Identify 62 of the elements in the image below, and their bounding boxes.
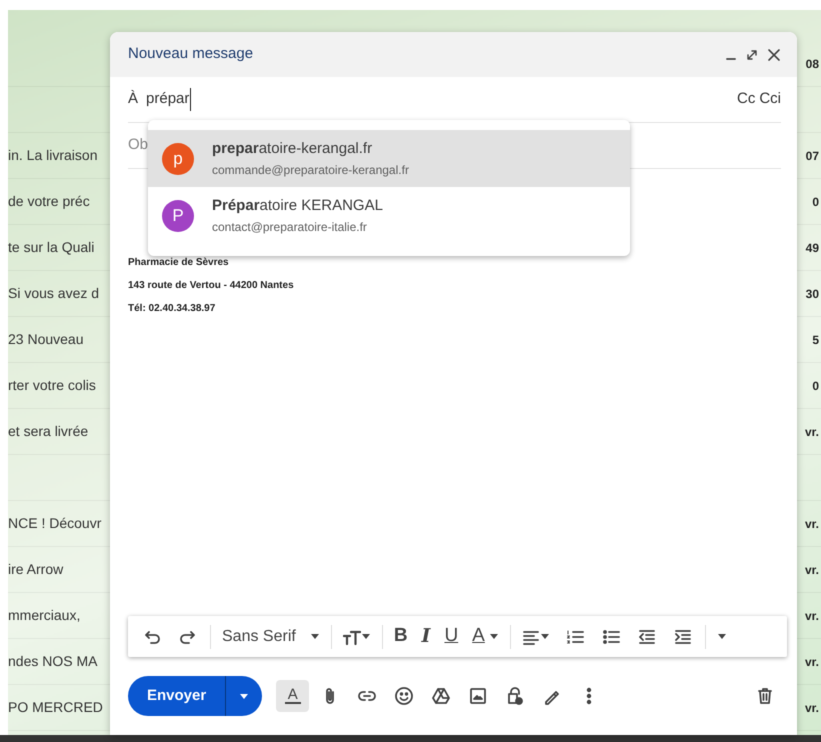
email-snippet: Si vous avez d [8, 284, 100, 303]
caret-icon [488, 632, 499, 641]
email-date: 08 [806, 56, 820, 72]
email-date: vr. [804, 562, 820, 578]
suggestion-item[interactable]: P Préparatoire KERANGAL contact@preparatoire-italie.fr [148, 187, 630, 244]
indent-less-icon[interactable] [638, 628, 656, 646]
to-label: À [128, 89, 138, 110]
signature-line: Tél: 02.40.34.38.97 [128, 302, 216, 316]
email-date: 30 [806, 286, 820, 302]
email-date: vr. [804, 516, 820, 532]
italic-button[interactable]: I [414, 620, 438, 652]
email-snippet: te sur la Quali [8, 238, 94, 257]
caret-icon [239, 692, 250, 700]
font-dropdown[interactable]: Sans Serif [215, 620, 327, 652]
bold-button[interactable]: B [386, 620, 415, 652]
expand-icon[interactable] [745, 48, 759, 62]
email-date: vr. [804, 700, 820, 716]
drive-icon[interactable] [430, 686, 451, 706]
email-date: vr. [804, 424, 820, 440]
signature-line: 143 route de Vertou - 44200 Nantes [128, 279, 295, 293]
caret-icon [540, 632, 550, 641]
email-snippet: et sera livrée [8, 422, 88, 441]
email-date: vr. [804, 608, 820, 624]
more-formatting-icon[interactable] [716, 632, 727, 641]
caret-icon [360, 632, 371, 641]
indent-more-icon[interactable] [674, 628, 692, 646]
email-snippet: ire Arrow [8, 560, 64, 579]
email-date: 5 [812, 332, 820, 348]
email-snippet: mmerciaux, [8, 606, 80, 625]
bcc-link[interactable]: Cci [759, 88, 781, 111]
formatting-toggle[interactable]: A [276, 680, 310, 712]
underline-button[interactable]: U [437, 620, 466, 652]
contact-email: contact@preparatoire-italie.fr [212, 218, 368, 236]
email-date: 07 [806, 148, 820, 164]
email-snippet: ndes NOS MA [8, 652, 98, 671]
bulleted-list-icon[interactable] [602, 628, 620, 646]
avatar: P [162, 200, 194, 232]
image-icon[interactable] [468, 686, 488, 706]
text-color-button[interactable]: A [465, 620, 506, 652]
contact-name: Préparatoire KERANGAL [212, 196, 383, 216]
email-date: vr. [804, 654, 820, 670]
email-date: 49 [806, 240, 820, 256]
avatar: p [162, 142, 194, 174]
email-date: 0 [812, 378, 820, 394]
contact-name: preparatoire-kerangal.fr [212, 139, 374, 160]
suggestion-item[interactable]: p preparatoire-kerangal.fr commande@preparatoire-kerangal.fr [148, 130, 630, 187]
contact-email: commande@preparatoire-kerangal.fr [212, 162, 409, 179]
window-title: Nouveau message [128, 44, 254, 64]
email-snippet: rter votre colis [8, 376, 96, 395]
email-date: 0 [812, 194, 820, 210]
email-snippet: in. La livraison [8, 146, 98, 165]
close-icon[interactable] [767, 48, 781, 62]
cc-link[interactable]: Cc [736, 88, 756, 111]
signature-line: Pharmacie de Sèvres [128, 256, 230, 270]
email-snippet: 23 Nouveau [8, 330, 84, 349]
recipient-field[interactable]: prépar [146, 88, 192, 111]
caret-icon [310, 632, 320, 641]
email-snippet: NCE ! Découvr [8, 514, 102, 533]
numbered-list-icon[interactable] [566, 628, 584, 646]
email-snippet: PO MERCRED [8, 698, 103, 717]
emoji-icon[interactable] [394, 686, 414, 706]
email-snippet: de votre préc [8, 192, 90, 211]
